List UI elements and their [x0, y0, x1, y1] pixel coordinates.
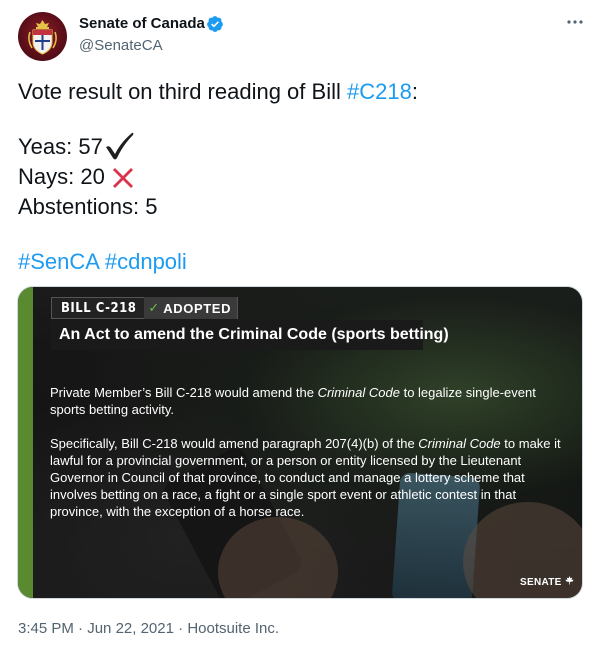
intro-suffix: :	[411, 79, 418, 104]
desc2-part-a: Specifically, Bill C-218 would amend par…	[50, 436, 419, 451]
tweet-intro: Vote result on third reading of Bill #C2…	[18, 79, 418, 105]
desc1-emphasis: Criminal Code	[317, 385, 400, 400]
hashtag-cdnpoli[interactable]: #cdnpoli	[105, 249, 187, 274]
hashtags-line: #SenCA #cdnpoli	[18, 249, 187, 275]
meta-separator-2: ·	[173, 620, 188, 637]
media-accent-stripe	[18, 287, 33, 598]
tweet-metadata: 3:45 PM · Jun 22, 2021 · Hootsuite Inc.	[18, 620, 279, 637]
cross-mark-icon	[113, 168, 133, 188]
tweet-source[interactable]: Hootsuite Inc.	[187, 620, 279, 637]
bill-title: An Act to amend the Criminal Code (sport…	[59, 326, 449, 343]
bill-number: BILL C-218	[61, 300, 137, 316]
senate-logo: SENATE	[520, 576, 574, 588]
adopted-check-icon: ✓	[148, 300, 160, 315]
bill-description-1: Private Member’s Bill C-218 would amend …	[50, 384, 570, 418]
tweet-date[interactable]: Jun 22, 2021	[87, 620, 174, 637]
maple-leaf-icon	[565, 576, 574, 585]
tweet: Senate of Canada @SenateCA Vote result o…	[0, 0, 599, 651]
bill-tag: BILL C-218 ✓ ADOPTED	[51, 297, 239, 319]
author-name[interactable]: Senate of Canada	[79, 15, 205, 32]
bill-status-label: ADOPTED	[163, 300, 232, 316]
hashtag-senca[interactable]: #SenCA	[18, 249, 99, 274]
bill-title-box: An Act to amend the Criminal Code (sport…	[51, 320, 449, 350]
more-dots-icon	[567, 20, 583, 24]
abstentions-text: Abstentions: 5	[18, 194, 158, 219]
check-mark-icon	[106, 132, 134, 160]
intro-text: Vote result on third reading of Bill	[18, 79, 347, 104]
desc2-emphasis: Criminal Code	[418, 436, 501, 451]
desc1-part-a: Private Member’s Bill C-218 would amend …	[50, 385, 318, 400]
bill-description-2: Specifically, Bill C-218 would amend par…	[50, 435, 570, 520]
more-options-button[interactable]	[562, 16, 588, 34]
hashtag-c218[interactable]: #C218	[347, 79, 412, 104]
media-image[interactable]: BILL C-218 ✓ ADOPTED An Act to amend the…	[17, 286, 583, 599]
senate-logo-text: SENATE	[520, 577, 562, 588]
author-handle[interactable]: @SenateCA	[79, 37, 163, 54]
verified-badge-icon	[207, 16, 223, 32]
yeas-text: Yeas: 57	[18, 134, 103, 159]
meta-separator-1: ·	[73, 620, 88, 637]
nays-text: Nays: 20	[18, 164, 105, 189]
bill-status: ✓ ADOPTED	[144, 297, 238, 319]
tweet-time[interactable]: 3:45 PM	[18, 620, 74, 637]
senate-crest-icon	[28, 20, 57, 55]
avatar[interactable]	[18, 12, 67, 61]
